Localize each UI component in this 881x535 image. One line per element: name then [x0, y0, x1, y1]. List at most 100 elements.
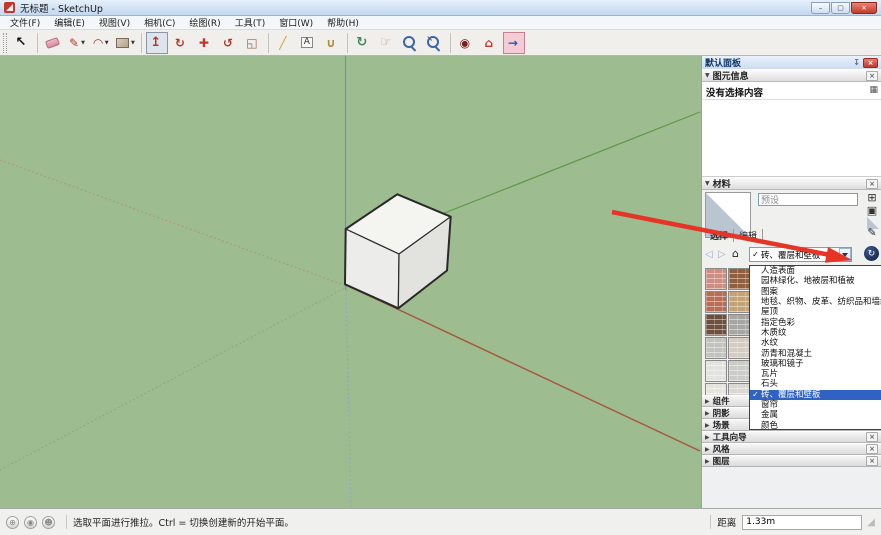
dropdown-item[interactable]: 图案: [750, 287, 881, 297]
line-tool[interactable]: ✎ ▼: [66, 32, 88, 54]
create-material-icon[interactable]: ⊞: [865, 191, 879, 204]
export-icon[interactable]: →: [503, 32, 525, 54]
tab-edit[interactable]: 编辑: [734, 229, 763, 242]
material-swatch[interactable]: [705, 314, 727, 336]
paint-bucket-tool[interactable]: ∪: [321, 32, 343, 54]
credits-icon[interactable]: ◉: [24, 516, 37, 529]
dropdown-item[interactable]: 人造表面: [750, 266, 881, 276]
divider: [66, 515, 67, 529]
measurement-input[interactable]: [742, 515, 862, 530]
toolbar: ↖ ✎ ▼ ◠ ▼ ▼: [0, 30, 881, 56]
material-swatch[interactable]: [705, 337, 727, 359]
text-tool[interactable]: A: [297, 32, 319, 54]
pushpull-tool[interactable]: ↥: [146, 32, 168, 54]
dropdown-item[interactable]: 木质纹: [750, 328, 881, 338]
model-cube[interactable]: [345, 194, 451, 308]
dropdown-item[interactable]: 玻璃和镜子: [750, 359, 881, 369]
pin-icon[interactable]: ↧: [853, 58, 860, 67]
close-icon[interactable]: ×: [866, 432, 878, 442]
sign-in-icon[interactable]: ☻: [42, 516, 55, 529]
back-arrow-icon[interactable]: ◁: [705, 249, 713, 260]
orbit-tool[interactable]: ↻: [352, 32, 374, 54]
toolbar-grip[interactable]: [3, 33, 7, 53]
collapsed-arrow-icon: ▶: [705, 422, 710, 429]
tab-select[interactable]: 选择: [705, 229, 734, 242]
share-model-icon[interactable]: ⌂: [479, 32, 501, 54]
minimize-button[interactable]: –: [811, 2, 830, 14]
section-instructor[interactable]: ▶ 工具向导 ×: [702, 431, 881, 443]
menu-file[interactable]: 文件(F): [3, 15, 47, 30]
menu-window[interactable]: 窗口(W): [272, 15, 320, 30]
eraser-tool[interactable]: [42, 32, 64, 54]
dropdown-item[interactable]: 屋顶: [750, 307, 881, 317]
close-icon[interactable]: ×: [866, 71, 878, 81]
tray-close-button[interactable]: ×: [863, 58, 878, 68]
dropdown-item[interactable]: 指定色彩: [750, 317, 881, 327]
scale-tool[interactable]: ◱: [242, 32, 264, 54]
material-swatch[interactable]: [728, 360, 750, 382]
dropdown-item[interactable]: 颜色: [750, 420, 881, 430]
entity-info-title: 图元信息: [713, 69, 749, 82]
in-model-icon[interactable]: ↻: [864, 246, 879, 261]
dropdown-item[interactable]: 沥青和混凝土: [750, 348, 881, 358]
section-styles[interactable]: ▶ 风格 ×: [702, 443, 881, 455]
menu-tools[interactable]: 工具(T): [228, 15, 273, 30]
viewport-canvas[interactable]: [0, 56, 701, 508]
material-swatch[interactable]: [705, 360, 727, 382]
get-models-icon[interactable]: ◉: [455, 32, 477, 54]
dropdown-item[interactable]: 金属: [750, 410, 881, 420]
followme-tool[interactable]: ↻: [170, 32, 192, 54]
zoom-extents-tool[interactable]: ×: [424, 32, 446, 54]
material-swatch[interactable]: [728, 337, 750, 359]
menu-edit[interactable]: 编辑(E): [47, 15, 92, 30]
close-button[interactable]: ×: [851, 2, 877, 14]
zoom-tool[interactable]: [400, 32, 422, 54]
material-swatch[interactable]: [728, 314, 750, 336]
dropdown-item[interactable]: 石头: [750, 379, 881, 389]
section-label: 风格: [713, 443, 730, 455]
maximize-button[interactable]: ▢: [831, 2, 850, 14]
menu-camera[interactable]: 相机(C): [137, 15, 182, 30]
expand-arrow-icon: ▼: [705, 72, 710, 79]
secondary-pane-icon[interactable]: ▣: [865, 204, 879, 217]
rotate-tool[interactable]: ↺: [218, 32, 240, 54]
menu-help[interactable]: 帮助(H): [320, 15, 366, 30]
material-swatch[interactable]: [705, 268, 727, 290]
entity-info-header[interactable]: ▼ 图元信息 ×: [702, 69, 881, 82]
rectangle-tool[interactable]: ▼: [114, 32, 137, 54]
close-icon[interactable]: ×: [866, 444, 878, 454]
material-name-input[interactable]: [758, 193, 858, 206]
materials-header[interactable]: ▼ 材料 ×: [702, 177, 881, 190]
material-swatch[interactable]: [728, 268, 750, 290]
material-swatch[interactable]: [728, 291, 750, 313]
dropdown-item[interactable]: ✓ 砖、覆层和壁板: [750, 390, 881, 400]
geolocation-icon[interactable]: ⊕: [6, 516, 19, 529]
select-tool[interactable]: ↖: [11, 32, 33, 54]
material-swatch[interactable]: [705, 291, 727, 313]
category-combo[interactable]: ✓ 砖、覆层和壁板: [749, 247, 852, 262]
menu-view[interactable]: 视图(V): [92, 15, 137, 30]
material-swatch[interactable]: [705, 383, 727, 395]
arc-tool[interactable]: ◠ ▼: [90, 32, 112, 54]
material-swatch[interactable]: [728, 383, 750, 395]
details-icon[interactable]: ▦: [869, 85, 878, 95]
pan-tool[interactable]: ☞: [376, 32, 398, 54]
close-icon[interactable]: ×: [866, 456, 878, 466]
move-tool[interactable]: ✚: [194, 32, 216, 54]
tape-measure-tool[interactable]: ╱: [273, 32, 295, 54]
dropdown-item[interactable]: 瓦片: [750, 369, 881, 379]
dropdown-item[interactable]: 水纹: [750, 338, 881, 348]
menu-draw[interactable]: 绘图(R): [182, 15, 227, 30]
materials-title: 材料: [713, 177, 731, 190]
close-icon[interactable]: ×: [866, 179, 878, 189]
tool-glyph: ↻: [356, 36, 367, 49]
forward-arrow-icon[interactable]: ▷: [718, 249, 726, 260]
dropdown-item[interactable]: 园林绿化、地被层和植被: [750, 276, 881, 286]
combo-dropdown-button[interactable]: [839, 248, 851, 261]
dropdown-item[interactable]: 窗帘: [750, 400, 881, 410]
dropdown-item[interactable]: 地毯、织物、皮革、纺织品和墙纸: [750, 297, 881, 307]
section-layers[interactable]: ▶ 图层 ×: [702, 455, 881, 467]
home-icon[interactable]: ⌂: [732, 247, 739, 260]
eyedropper-icon[interactable]: ✎: [865, 226, 879, 239]
resize-grip[interactable]: ◢: [867, 517, 875, 528]
